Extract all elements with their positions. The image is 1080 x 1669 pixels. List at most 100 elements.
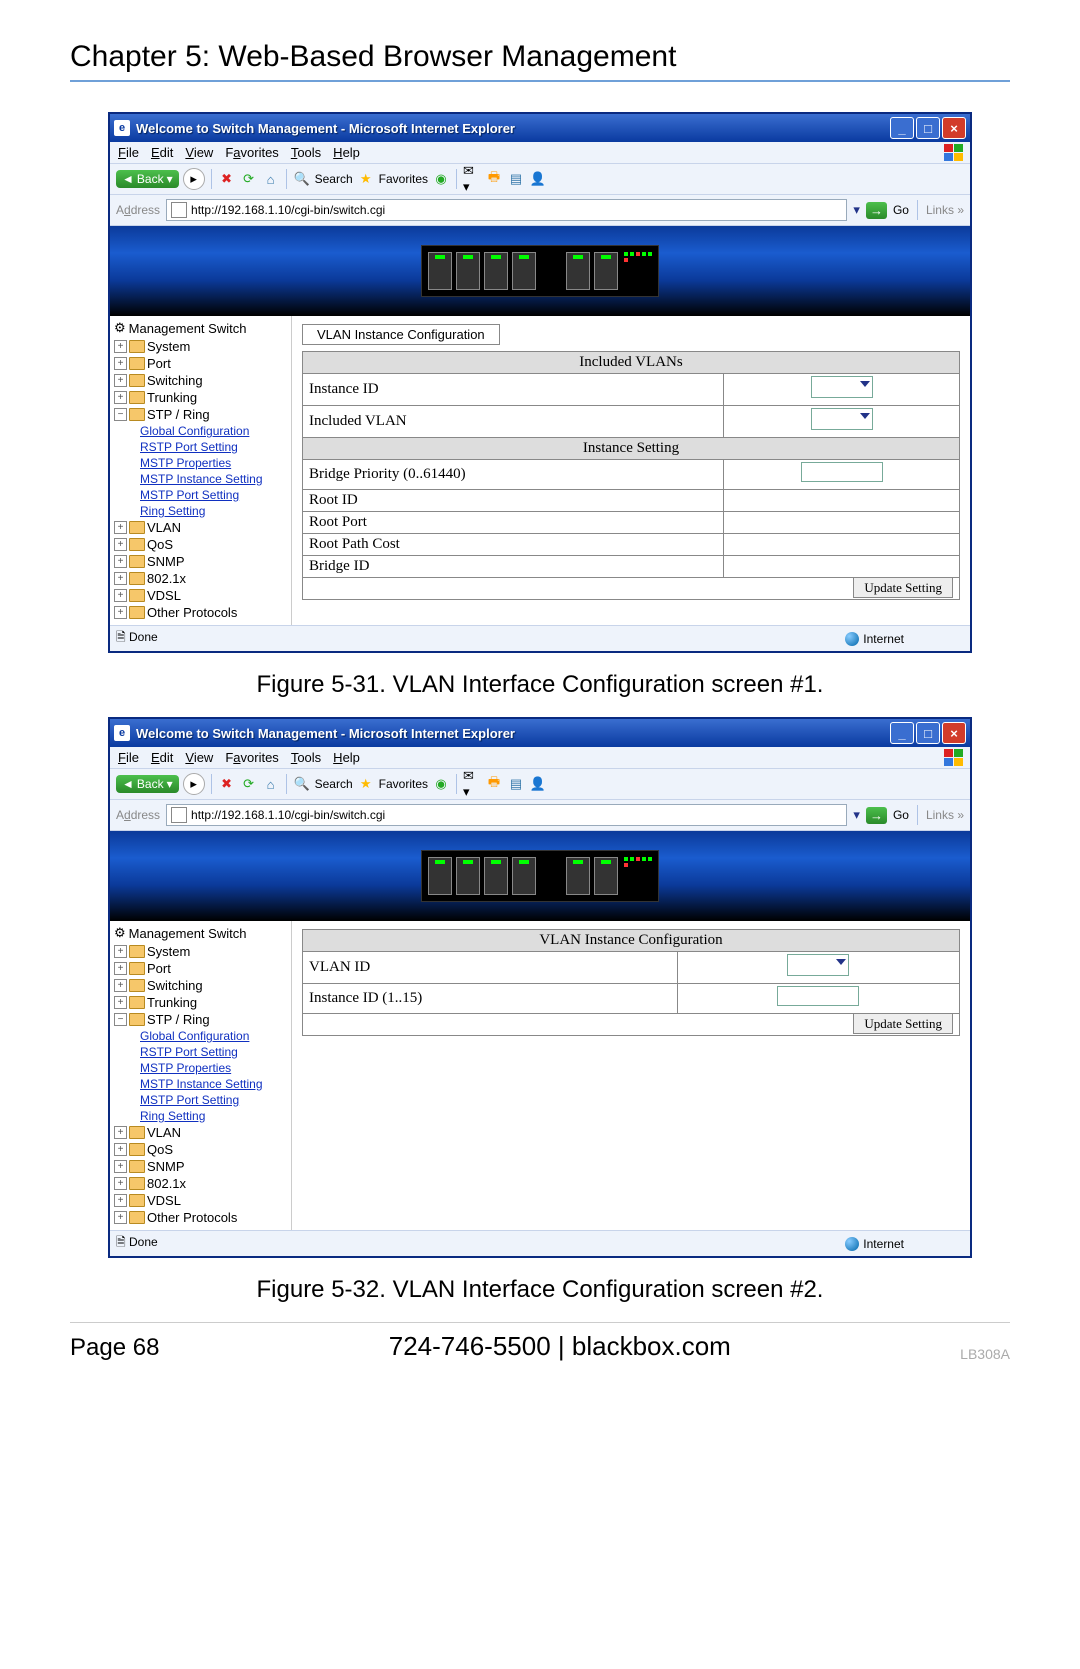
- refresh-icon[interactable]: ⟳: [240, 775, 258, 793]
- tree-link-mstp-instance[interactable]: MSTP Instance Setting: [140, 471, 289, 487]
- tree-link-mstp-props[interactable]: MSTP Properties: [140, 1060, 289, 1076]
- tree-item-vlan[interactable]: VLAN: [147, 1125, 181, 1140]
- tree-item-system[interactable]: System: [147, 944, 190, 959]
- search-label[interactable]: Search: [315, 777, 353, 791]
- tree-item-vlan[interactable]: VLAN: [147, 520, 181, 535]
- refresh-icon[interactable]: ⟳: [240, 170, 258, 188]
- print-icon[interactable]: 🖶: [485, 775, 503, 793]
- included-vlan-select[interactable]: [811, 408, 873, 430]
- tree-item-8021x[interactable]: 802.1x: [147, 1176, 186, 1191]
- go-button[interactable]: →: [866, 202, 887, 219]
- tree-link-mstp-port[interactable]: MSTP Port Setting: [140, 487, 289, 503]
- tree-item-port[interactable]: Port: [147, 961, 171, 976]
- tree-item-switching[interactable]: Switching: [147, 978, 203, 993]
- update-setting-button[interactable]: Update Setting: [853, 577, 953, 598]
- home-icon[interactable]: ⌂: [262, 775, 280, 793]
- favorites-label[interactable]: Favorites: [379, 172, 428, 186]
- tree-link-ring[interactable]: Ring Setting: [140, 503, 289, 519]
- tree-item-trunking[interactable]: Trunking: [147, 390, 197, 405]
- menu-view[interactable]: View: [185, 750, 213, 765]
- tree-item-qos[interactable]: QoS: [147, 537, 173, 552]
- go-button[interactable]: →: [866, 807, 887, 824]
- url-field[interactable]: http://192.168.1.10/cgi-bin/switch.cgi: [166, 804, 847, 826]
- search-icon[interactable]: 🔍: [293, 170, 311, 188]
- url-dropdown-icon[interactable]: ▾: [853, 807, 860, 823]
- home-icon[interactable]: ⌂: [262, 170, 280, 188]
- tab-vlan-instance[interactable]: VLAN Instance Configuration: [302, 324, 500, 345]
- stop-icon[interactable]: ✖: [218, 170, 236, 188]
- menu-help[interactable]: Help: [333, 145, 360, 160]
- forward-button[interactable]: ▸: [183, 168, 205, 190]
- tree-item-qos[interactable]: QoS: [147, 1142, 173, 1157]
- close-button[interactable]: ×: [942, 722, 966, 744]
- tree-link-global-config[interactable]: Global Configuration: [140, 1028, 289, 1044]
- maximize-button[interactable]: □: [916, 117, 940, 139]
- menu-edit[interactable]: Edit: [151, 750, 173, 765]
- messenger-icon[interactable]: 👤: [529, 170, 547, 188]
- tree-link-rstp-port[interactable]: RSTP Port Setting: [140, 1044, 289, 1060]
- tree-link-mstp-instance[interactable]: MSTP Instance Setting: [140, 1076, 289, 1092]
- tree-item-system[interactable]: System: [147, 339, 190, 354]
- menu-favorites[interactable]: Favorites: [225, 145, 278, 160]
- tree-item-port[interactable]: Port: [147, 356, 171, 371]
- menu-favorites[interactable]: Favorites: [225, 750, 278, 765]
- history-icon[interactable]: ◉: [432, 170, 450, 188]
- tree-link-global-config[interactable]: Global Configuration: [140, 423, 289, 439]
- tree-root[interactable]: ⚙ Management Switch: [114, 320, 289, 336]
- instance-id-select[interactable]: [811, 376, 873, 398]
- tree-item-trunking[interactable]: Trunking: [147, 995, 197, 1010]
- maximize-button[interactable]: □: [916, 722, 940, 744]
- tree-item-vdsl[interactable]: VDSL: [147, 588, 181, 603]
- search-label[interactable]: Search: [315, 172, 353, 186]
- tree-item-vdsl[interactable]: VDSL: [147, 1193, 181, 1208]
- print-icon[interactable]: 🖶: [485, 170, 503, 188]
- menu-file[interactable]: File: [118, 750, 139, 765]
- bridge-priority-input[interactable]: [801, 462, 883, 482]
- menu-view[interactable]: View: [185, 145, 213, 160]
- forward-button[interactable]: ▸: [183, 773, 205, 795]
- tree-item-other[interactable]: Other Protocols: [147, 1210, 237, 1225]
- url-dropdown-icon[interactable]: ▾: [853, 202, 860, 218]
- tree-link-mstp-props[interactable]: MSTP Properties: [140, 455, 289, 471]
- menu-tools[interactable]: Tools: [291, 145, 321, 160]
- tree-item-snmp[interactable]: SNMP: [147, 554, 185, 569]
- tree-item-snmp[interactable]: SNMP: [147, 1159, 185, 1174]
- edit-icon[interactable]: ▤: [507, 170, 525, 188]
- tree-link-rstp-port[interactable]: RSTP Port Setting: [140, 439, 289, 455]
- search-icon[interactable]: 🔍: [293, 775, 311, 793]
- close-button[interactable]: ×: [942, 117, 966, 139]
- edit-icon[interactable]: ▤: [507, 775, 525, 793]
- mail-icon[interactable]: ✉ ▾: [463, 170, 481, 188]
- back-button[interactable]: ◄ Back ▾: [116, 775, 179, 793]
- menu-edit[interactable]: Edit: [151, 145, 173, 160]
- menu-help[interactable]: Help: [333, 750, 360, 765]
- minimize-button[interactable]: _: [890, 117, 914, 139]
- back-button[interactable]: ◄ Back ▾: [116, 170, 179, 188]
- messenger-icon[interactable]: 👤: [529, 775, 547, 793]
- favorites-icon[interactable]: ★: [357, 170, 375, 188]
- tree-item-stp-ring[interactable]: STP / Ring: [147, 407, 210, 422]
- tree-root[interactable]: ⚙ Management Switch: [114, 925, 289, 941]
- tree-item-stp-ring[interactable]: STP / Ring: [147, 1012, 210, 1027]
- update-setting-button[interactable]: Update Setting: [853, 1013, 953, 1034]
- collapse-icon[interactable]: −: [114, 408, 127, 421]
- stop-icon[interactable]: ✖: [218, 775, 236, 793]
- links-label[interactable]: Links »: [926, 203, 964, 217]
- vlan-id-select[interactable]: [787, 954, 849, 976]
- favorites-label[interactable]: Favorites: [379, 777, 428, 791]
- menu-tools[interactable]: Tools: [291, 750, 321, 765]
- expand-icon[interactable]: +: [114, 340, 127, 353]
- tree-item-8021x[interactable]: 802.1x: [147, 571, 186, 586]
- tree-link-ring[interactable]: Ring Setting: [140, 1108, 289, 1124]
- url-field[interactable]: http://192.168.1.10/cgi-bin/switch.cgi: [166, 199, 847, 221]
- mail-icon[interactable]: ✉ ▾: [463, 775, 481, 793]
- instance-id-input[interactable]: [777, 986, 859, 1006]
- menu-file[interactable]: File: [118, 145, 139, 160]
- links-label[interactable]: Links »: [926, 808, 964, 822]
- tree-item-other[interactable]: Other Protocols: [147, 605, 237, 620]
- favorites-icon[interactable]: ★: [357, 775, 375, 793]
- tree-item-switching[interactable]: Switching: [147, 373, 203, 388]
- tree-link-mstp-port[interactable]: MSTP Port Setting: [140, 1092, 289, 1108]
- history-icon[interactable]: ◉: [432, 775, 450, 793]
- minimize-button[interactable]: _: [890, 722, 914, 744]
